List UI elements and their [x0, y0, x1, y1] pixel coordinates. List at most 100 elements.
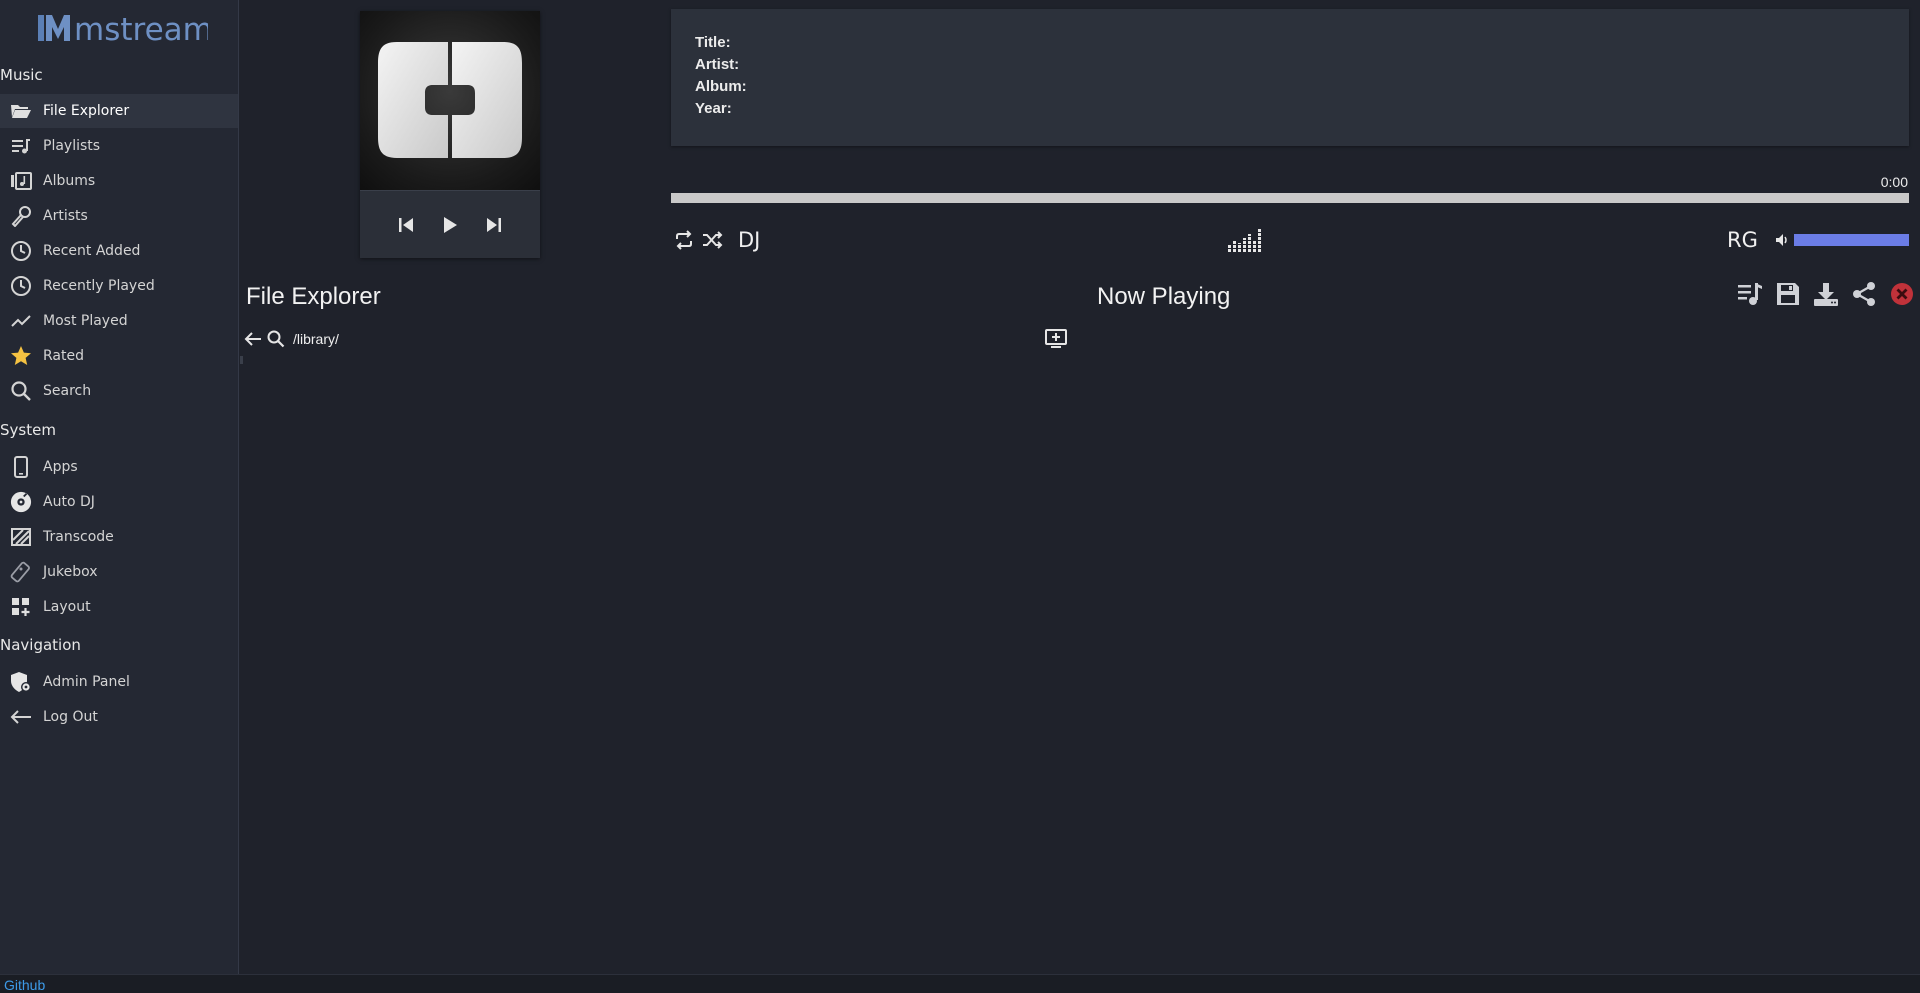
arrow-left-icon — [10, 706, 32, 728]
volume-icon — [1776, 234, 1787, 246]
clear-queue-button[interactable] — [1887, 279, 1916, 309]
meta-year-label: Year: — [695, 100, 732, 117]
mstream-logo[interactable]: mstream — [36, 10, 208, 46]
time-display: 0:00 — [1880, 174, 1908, 190]
arrow-left-icon — [244, 332, 261, 346]
next-track-button[interactable] — [485, 216, 503, 234]
save-icon — [1776, 283, 1799, 305]
sidebar-item-transcode[interactable]: Transcode — [0, 520, 238, 554]
track-meta-panel: Title: Artist: Album: Year: — [671, 9, 1909, 146]
queue-options-button[interactable] — [1735, 279, 1764, 309]
add-to-queue-button[interactable] — [1045, 329, 1067, 354]
sidebar-item-label: Recently Played — [43, 278, 155, 294]
sidebar: mstream Music File Explorer Playlists Al… — [0, 0, 239, 974]
logo-text: mstream — [74, 12, 208, 45]
disc-icon — [10, 491, 32, 513]
playlist-icon — [10, 135, 32, 157]
album-art — [360, 11, 540, 190]
sidebar-item-albums[interactable]: Albums — [0, 164, 238, 198]
now-playing-title: Now Playing — [1097, 283, 1231, 310]
visualizer-button[interactable] — [1228, 225, 1262, 255]
remote-icon — [10, 561, 32, 583]
github-link[interactable]: Github — [4, 977, 45, 993]
sidebar-item-label: Log Out — [43, 709, 98, 725]
sidebar-item-jukebox[interactable]: Jukebox — [0, 555, 238, 589]
share-icon — [1852, 282, 1875, 306]
panel-resize-handle[interactable] — [240, 356, 243, 364]
album-icon — [10, 170, 32, 192]
clock-icon — [10, 275, 32, 297]
sidebar-item-label: Layout — [43, 599, 91, 615]
trending-icon — [10, 310, 32, 332]
play-icon — [444, 216, 457, 233]
sidebar-item-label: Jukebox — [43, 564, 98, 580]
file-path: /library/ — [293, 331, 339, 347]
sidebar-item-label: Recent Added — [43, 243, 141, 259]
sidebar-item-layout[interactable]: Layout — [0, 590, 238, 624]
sidebar-item-label: Playlists — [43, 138, 101, 154]
repeat-button[interactable] — [673, 225, 695, 255]
sidebar-item-artists[interactable]: Artists — [0, 199, 238, 233]
sidebar-item-recent-added[interactable]: Recent Added — [0, 234, 238, 268]
transport-controls — [360, 190, 540, 258]
navigation-section-title: Navigation — [0, 636, 81, 654]
star-icon — [10, 345, 32, 367]
meta-title-label: Title: — [695, 34, 731, 51]
play-button[interactable] — [441, 216, 459, 234]
share-playlist-button[interactable] — [1849, 279, 1878, 309]
close-circle-icon — [1890, 283, 1913, 305]
search-icon — [267, 330, 285, 348]
phone-icon — [10, 456, 32, 478]
volume-fill — [1794, 234, 1909, 246]
download-icon — [1813, 283, 1838, 306]
shuffle-icon — [703, 231, 723, 249]
sidebar-item-label: Transcode — [43, 529, 114, 545]
sidebar-item-recently-played[interactable]: Recently Played — [0, 269, 238, 303]
previous-track-button[interactable] — [397, 216, 415, 234]
shuffle-button[interactable] — [702, 225, 724, 255]
sidebar-item-log-out[interactable]: Log Out — [0, 700, 238, 734]
sidebar-item-auto-dj[interactable]: Auto DJ — [0, 485, 238, 519]
replaygain-toggle[interactable]: RG — [1727, 225, 1758, 255]
file-explorer-title: File Explorer — [246, 283, 381, 310]
search-icon — [10, 380, 32, 402]
auto-dj-toggle[interactable]: DJ — [738, 225, 760, 255]
sidebar-item-apps[interactable]: Apps — [0, 450, 238, 484]
layout-icon — [10, 596, 32, 618]
repeat-icon — [676, 230, 692, 250]
playlist-music-icon — [1737, 283, 1762, 305]
sidebar-item-file-explorer[interactable]: File Explorer — [0, 94, 238, 128]
sidebar-item-search[interactable]: Search — [0, 374, 238, 408]
sidebar-item-label: File Explorer — [43, 103, 130, 119]
shield-icon — [10, 671, 32, 693]
sidebar-item-most-played[interactable]: Most Played — [0, 304, 238, 338]
footer: Github — [0, 974, 1920, 993]
microphone-icon — [10, 205, 32, 227]
save-playlist-button[interactable] — [1773, 279, 1802, 309]
back-button[interactable] — [244, 331, 262, 347]
music-section-title: Music — [0, 66, 43, 84]
meta-artist-label: Artist: — [695, 56, 740, 73]
add-to-queue-icon — [1045, 329, 1067, 348]
progress-bar[interactable] — [671, 193, 1909, 203]
volume-slider[interactable] — [1794, 234, 1909, 246]
sidebar-item-label: Auto DJ — [43, 494, 95, 510]
file-explorer-nav: /library/ — [244, 328, 339, 350]
sidebar-item-label: Search — [43, 383, 92, 399]
folder-open-icon — [10, 100, 32, 122]
sidebar-item-label: Artists — [43, 208, 88, 224]
skip-next-icon — [487, 217, 501, 232]
download-playlist-button[interactable] — [1811, 279, 1840, 309]
sidebar-item-rated[interactable]: Rated — [0, 339, 238, 373]
sidebar-item-label: Rated — [43, 348, 84, 364]
sidebar-item-admin-panel[interactable]: Admin Panel — [0, 665, 238, 699]
now-playing-actions — [1735, 278, 1916, 310]
clock-icon — [10, 240, 32, 262]
transcode-icon — [10, 526, 32, 548]
player-options-bar: DJ RG — [671, 225, 1909, 255]
equalizer-icon — [1228, 229, 1262, 252]
sidebar-item-label: Admin Panel — [43, 674, 130, 690]
search-files-button[interactable] — [267, 330, 285, 348]
sidebar-item-playlists[interactable]: Playlists — [0, 129, 238, 163]
volume-button[interactable] — [1775, 225, 1789, 255]
